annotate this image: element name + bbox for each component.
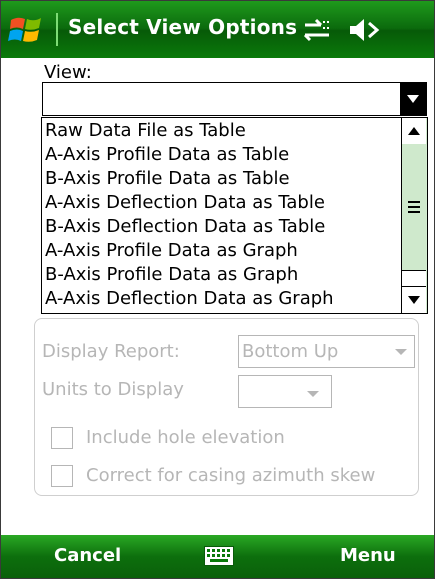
scroll-up-icon[interactable] [402, 118, 426, 145]
title-bar: Select View Options [1, 1, 434, 58]
menu-soft-key[interactable]: Menu [340, 545, 396, 566]
soft-key-bar: Cancel Menu [1, 535, 434, 578]
units-dropdown[interactable] [238, 375, 332, 408]
list-item[interactable]: B-Axis Profile Data as Table [45, 168, 290, 190]
correct-azimuth-label: Correct for casing azimuth skew [86, 465, 376, 486]
list-item[interactable]: A-Axis Profile Data as Table [45, 144, 289, 166]
units-label: Units to Display [42, 379, 184, 400]
scroll-thumb[interactable] [402, 144, 426, 271]
cancel-soft-key[interactable]: Cancel [54, 545, 121, 566]
list-item[interactable]: A-Axis Profile Data as Graph [45, 240, 298, 262]
list-item[interactable]: A-Axis Deflection Data as Table [45, 192, 325, 214]
list-scrollbar[interactable] [401, 118, 427, 313]
chevron-down-icon [395, 349, 407, 355]
report-options-group: Display Report: Bottom Up Units to Displ… [34, 318, 419, 496]
grip-line [408, 201, 420, 203]
correct-azimuth-checkbox[interactable] [51, 465, 73, 487]
list-item[interactable]: A-Axis Deflection Data as Graph [45, 288, 334, 310]
display-report-label: Display Report: [42, 341, 180, 362]
keyboard-icon[interactable] [204, 546, 234, 566]
scroll-down-icon[interactable] [402, 286, 426, 313]
title-separator [56, 13, 58, 46]
display-report-dropdown[interactable]: Bottom Up [238, 335, 415, 368]
view-dropdown[interactable] [42, 82, 427, 116]
grip-line [408, 206, 420, 208]
list-item[interactable]: Raw Data File as Table [45, 120, 246, 142]
list-item[interactable]: B-Axis Profile Data as Graph [45, 264, 298, 286]
window-title: Select View Options [68, 15, 298, 39]
window: Select View Options View: Raw Data File … [0, 0, 435, 579]
scroll-track[interactable] [402, 271, 426, 286]
include-hole-elevation-checkbox[interactable] [51, 427, 73, 449]
view-options-list[interactable]: Raw Data File as Table A-Axis Profile Da… [41, 117, 428, 314]
view-label: View: [44, 62, 92, 83]
volume-icon[interactable] [347, 16, 383, 44]
display-report-value: Bottom Up [242, 341, 339, 362]
chevron-down-icon [307, 391, 319, 397]
connectivity-icon[interactable] [301, 16, 335, 44]
list-item[interactable]: B-Axis Deflection Data as Table [45, 216, 325, 238]
dropdown-arrow-icon[interactable] [400, 83, 426, 115]
include-hole-elevation-label: Include hole elevation [86, 427, 285, 448]
grip-line [408, 211, 420, 213]
windows-start-icon[interactable] [8, 14, 44, 46]
